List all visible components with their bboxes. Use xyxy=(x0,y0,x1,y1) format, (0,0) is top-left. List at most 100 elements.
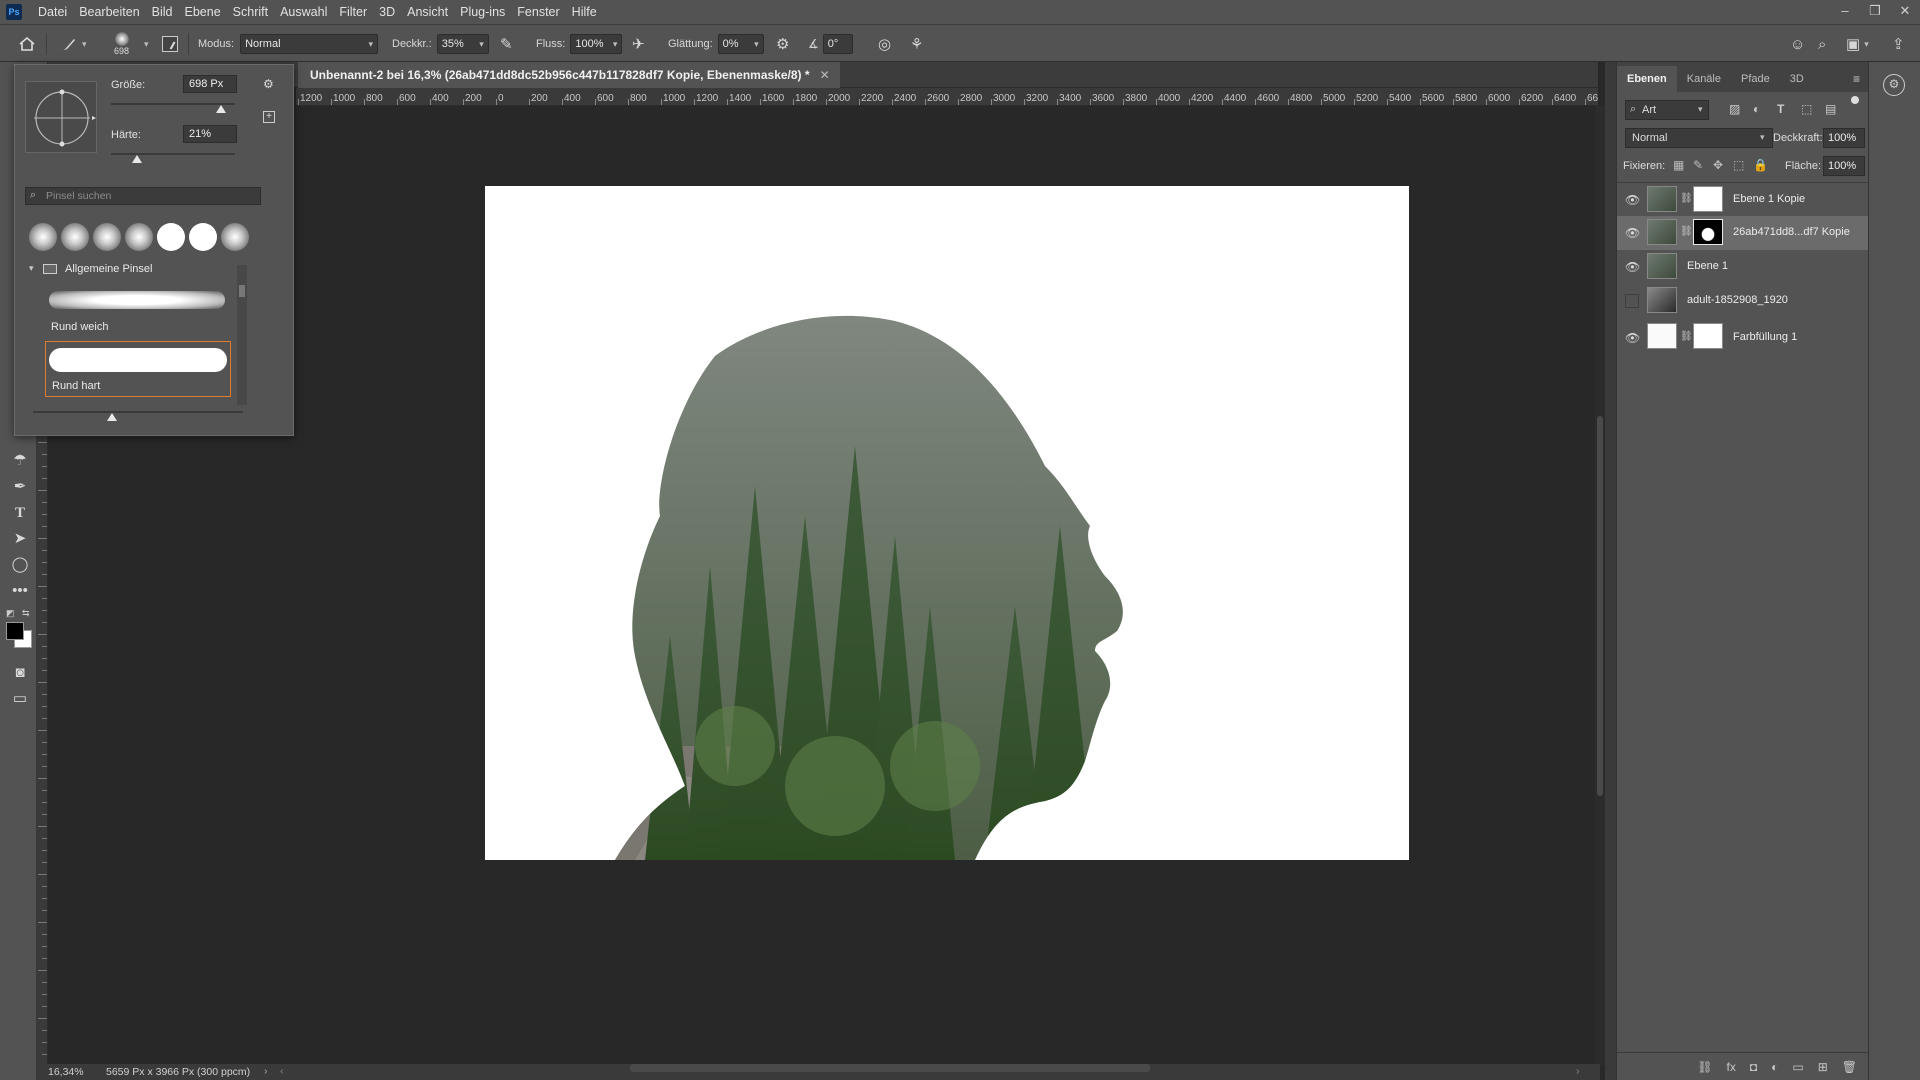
menu-filter[interactable]: Filter xyxy=(333,0,373,24)
menu-datei[interactable]: Datei xyxy=(32,0,73,24)
tab-pfade[interactable]: Pfade xyxy=(1731,66,1780,92)
document-tab[interactable]: Unbenannt-2 bei 16,3% (26ab471dd8dc52b95… xyxy=(298,62,840,88)
hardness-slider-track[interactable] xyxy=(111,153,235,155)
size-slider-thumb[interactable] xyxy=(216,105,227,113)
menu-auswahl[interactable]: Auswahl xyxy=(274,0,333,24)
filter-shape-icon[interactable]: ⬚ xyxy=(1801,102,1812,116)
minimize-icon[interactable]: – xyxy=(1830,0,1860,24)
recent-brush-4[interactable] xyxy=(125,223,153,251)
filter-type-icon[interactable]: T xyxy=(1777,102,1784,116)
angle-field[interactable]: 0° xyxy=(822,34,853,54)
layer-name[interactable]: Farbfüllung 1 xyxy=(1733,331,1797,343)
mode-select[interactable]: Normal ▾ xyxy=(240,34,379,54)
filter-smart-object-icon[interactable]: ▤ xyxy=(1825,102,1836,116)
brush-search-input[interactable]: ⌕ Pinsel suchen xyxy=(25,187,261,205)
symmetry-icon[interactable]: ⚘ xyxy=(910,25,923,63)
preset-list-scrollbar[interactable] xyxy=(237,265,247,405)
smudge-tool-icon[interactable]: ☂ xyxy=(9,450,31,472)
layer-name[interactable]: 26ab471dd8...df7 Kopie xyxy=(1733,226,1850,238)
blend-mode-select[interactable]: Normal ▾ xyxy=(1625,128,1773,148)
quick-mask-icon[interactable]: ◙ xyxy=(9,662,31,684)
mask-link-icon[interactable]: ⛓ xyxy=(1680,226,1693,237)
layer-name[interactable]: adult-1852908_1920 xyxy=(1687,294,1788,306)
share-icon[interactable]: ⇪ xyxy=(1892,25,1905,63)
home-icon[interactable] xyxy=(18,25,36,63)
layer-row[interactable]: 👁 Ebene 1 xyxy=(1617,250,1869,284)
menu-fenster[interactable]: Fenster xyxy=(511,0,565,24)
brush-settings-icon[interactable] xyxy=(162,25,178,63)
brush-preset-rund-weich[interactable]: Rund weich xyxy=(45,285,231,341)
menu-3d[interactable]: 3D xyxy=(373,0,401,24)
eye-icon[interactable]: 👁 xyxy=(1625,193,1640,207)
vertical-scroll-thumb[interactable] xyxy=(1597,416,1603,796)
preview-size-slider-track[interactable] xyxy=(33,411,243,413)
type-tool-icon[interactable]: T xyxy=(9,502,31,524)
zoom-level[interactable]: 16,34% xyxy=(48,1066,84,1078)
foreground-color-swatch[interactable] xyxy=(6,622,24,640)
delete-layer-icon[interactable]: 🗑 xyxy=(1842,1060,1857,1074)
smoothing-settings-icon[interactable]: ⚙ xyxy=(776,25,789,63)
fill-field[interactable]: 100% xyxy=(1823,156,1865,176)
layer-opacity-field[interactable]: 100% xyxy=(1823,128,1865,148)
recent-brush-7[interactable] xyxy=(221,223,249,251)
close-tab-icon[interactable]: ✕ xyxy=(820,68,830,82)
gear-icon[interactable]: ⚙ xyxy=(263,77,274,91)
scroll-left-icon[interactable]: ‹ xyxy=(280,1065,284,1077)
horizontal-scroll-thumb[interactable] xyxy=(630,1064,1150,1072)
layer-name[interactable]: Ebene 1 xyxy=(1687,260,1728,272)
lock-transparency-icon[interactable]: ▦ xyxy=(1673,158,1684,172)
pen-tool-icon[interactable]: ✒ xyxy=(9,476,31,498)
brush-preset-picker[interactable]: 698 xyxy=(114,25,129,63)
lock-artboard-icon[interactable]: ⬚ xyxy=(1733,158,1744,172)
recent-brush-6[interactable] xyxy=(189,223,217,251)
brush-folder-allgemeine[interactable]: ▾ Allgemeine Pinsel xyxy=(25,261,255,279)
brush-preset-rund-hart[interactable]: Rund hart xyxy=(45,341,231,397)
default-colors-icon[interactable]: ◩ xyxy=(6,608,16,618)
vertical-scrollbar[interactable] xyxy=(1595,106,1605,1066)
smoothing-field[interactable]: 0% ▾ xyxy=(717,34,764,54)
discover-icon[interactable]: ☺ xyxy=(1790,25,1805,63)
flow-field[interactable]: 100% ▾ xyxy=(570,34,623,54)
pressure-size-icon[interactable]: ◎ xyxy=(878,25,891,63)
swap-colors-icon[interactable]: ⇆ xyxy=(22,608,30,619)
lock-all-icon[interactable]: 🔒 xyxy=(1753,158,1768,172)
scroll-right-icon[interactable]: › xyxy=(1576,1065,1580,1077)
lock-pixels-icon[interactable]: ✎ xyxy=(1693,158,1703,172)
panel-menu-icon[interactable]: ≡ xyxy=(1853,72,1860,86)
more-tools-icon[interactable]: ••• xyxy=(9,580,31,602)
recent-brush-2[interactable] xyxy=(61,223,89,251)
filter-pixel-icon[interactable]: ▨ xyxy=(1729,102,1740,116)
menu-hilfe[interactable]: Hilfe xyxy=(566,0,603,24)
hardness-slider-thumb[interactable] xyxy=(132,155,143,163)
learn-panel-icon[interactable]: ⚙ xyxy=(1883,74,1905,96)
airbrush-icon[interactable]: ✈ xyxy=(632,25,645,63)
layer-row[interactable]: 👁 ⛓ Ebene 1 Kopie xyxy=(1617,182,1869,216)
menu-plugins[interactable]: Plug-ins xyxy=(454,0,511,24)
preset-list-scroll-thumb[interactable] xyxy=(239,285,245,297)
layer-mask-thumbnail[interactable] xyxy=(1693,323,1723,349)
recent-brush-3[interactable] xyxy=(93,223,121,251)
hardness-field[interactable]: 21% xyxy=(183,125,237,143)
tab-3d[interactable]: 3D xyxy=(1780,66,1814,92)
menu-schrift[interactable]: Schrift xyxy=(227,0,274,24)
layer-style-fx-icon[interactable]: fx xyxy=(1727,1060,1736,1074)
brush-tool-icon[interactable]: ▾ xyxy=(60,25,87,63)
search-icon[interactable]: ⌕ xyxy=(1818,25,1826,63)
recent-brush-5[interactable] xyxy=(157,223,185,251)
layer-row-selected[interactable]: 👁 ⛓ 26ab471dd8...df7 Kopie xyxy=(1617,216,1869,250)
ellipse-tool-icon[interactable]: ◯ xyxy=(9,554,31,576)
menu-ebene[interactable]: Ebene xyxy=(179,0,227,24)
lock-position-icon[interactable]: ✥ xyxy=(1713,158,1723,172)
eye-icon[interactable]: 👁 xyxy=(1625,226,1640,240)
brush-angle-preview[interactable] xyxy=(25,81,97,153)
menu-bearbeiten[interactable]: Bearbeiten xyxy=(73,0,145,24)
workspace-icon[interactable]: ▣ ▾ xyxy=(1846,25,1869,63)
layer-row[interactable]: 👁 ⛓ Farbfüllung 1 xyxy=(1617,318,1869,358)
pressure-opacity-icon[interactable]: ✎ xyxy=(500,25,513,63)
opacity-field[interactable]: 35% ▾ xyxy=(436,34,489,54)
add-mask-icon[interactable]: ◘ xyxy=(1750,1060,1757,1074)
tab-ebenen[interactable]: Ebenen xyxy=(1617,66,1677,92)
brush-picker-chevron-icon[interactable]: ▾ xyxy=(140,25,149,63)
size-field[interactable]: 698 Px xyxy=(183,75,237,93)
new-group-icon[interactable]: ▭ xyxy=(1792,1060,1803,1074)
